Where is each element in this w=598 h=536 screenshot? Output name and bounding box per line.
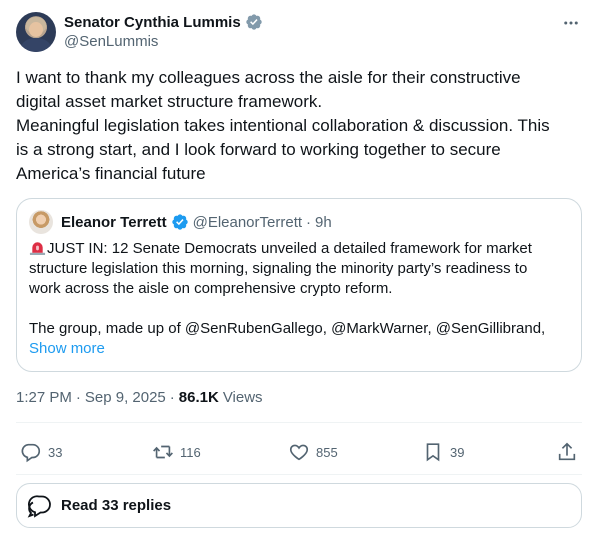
views-count: 86.1K: [178, 389, 219, 406]
repost-count: 116: [180, 444, 201, 460]
repost-button[interactable]: 116: [152, 438, 201, 466]
divider: [16, 474, 582, 475]
author-name[interactable]: Senator Cynthia Lummis: [64, 14, 241, 31]
tweet-line: I want to thank my colleagues across the…: [16, 68, 521, 87]
heart-icon: [289, 444, 309, 461]
share-button[interactable]: [556, 438, 578, 466]
separator-dot: ·: [306, 213, 312, 231]
share-icon: [558, 442, 576, 461]
read-replies-label: Read 33 replies: [61, 497, 172, 514]
more-options-icon[interactable]: [560, 12, 582, 34]
show-more-link[interactable]: Show more: [29, 339, 569, 359]
chat-bubbles-icon: [27, 494, 51, 518]
quoted-author-avatar: [29, 210, 53, 234]
verified-badge-icon: [246, 14, 262, 30]
quoted-tweet-text: JUST IN: 12 Senate Democrats unveiled a …: [29, 239, 569, 359]
like-count: 855: [316, 444, 338, 460]
tweet-header: Senator Cynthia Lummis @SenLummis: [16, 12, 582, 54]
quoted-line: work across the aisle on comprehensive c…: [29, 280, 393, 297]
quoted-line: structure legislation this morning, sign…: [29, 260, 528, 277]
quoted-author-handle: @EleanorTerrett: [192, 213, 303, 231]
repost-icon: [153, 445, 173, 459]
tweet-line: Meaningful legislation takes intentional…: [16, 116, 550, 135]
reply-count: 33: [48, 444, 63, 460]
bookmark-count: 39: [450, 444, 465, 460]
author-name-row[interactable]: Senator Cynthia Lummis: [64, 12, 263, 32]
separator-dot: ·: [169, 389, 175, 406]
tweet-time[interactable]: 1:27 PM: [16, 389, 72, 406]
rotating-light-siren-icon: [29, 242, 46, 256]
bookmark-icon: [426, 443, 440, 462]
quoted-tweet-header: Eleanor Terrett @EleanorTerrett · 9h: [29, 210, 332, 234]
quoted-line: JUST IN: 12 Senate Democrats unveiled a …: [47, 240, 532, 257]
tweet-line: America’s financial future: [16, 164, 206, 183]
read-replies-button[interactable]: Read 33 replies: [16, 483, 582, 528]
quoted-tweet-card[interactable]: Eleanor Terrett @EleanorTerrett · 9h JUS…: [16, 198, 582, 372]
author-handle[interactable]: @SenLummis: [64, 33, 158, 50]
tweet-date[interactable]: Sep 9, 2025: [85, 389, 166, 406]
views-label: Views: [222, 389, 263, 406]
quoted-author-name: Eleanor Terrett: [61, 213, 167, 231]
verified-badge-icon: [171, 214, 188, 230]
tweet-line: digital asset market structure framework…: [16, 92, 323, 111]
reply-icon: [21, 443, 41, 463]
bookmark-button[interactable]: 39: [422, 438, 464, 466]
tweet-line: is a strong start, and I look forward to…: [16, 140, 501, 159]
like-button[interactable]: 855: [288, 438, 338, 466]
separator-dot: ·: [75, 389, 81, 406]
reply-button[interactable]: 33: [20, 438, 62, 466]
tweet-text: I want to thank my colleagues across the…: [16, 66, 582, 186]
quoted-line: The group, made up of @SenRubenGallego, …: [29, 320, 546, 337]
tweet-metadata: 1:27 PM · Sep 9, 2025 · 86.1K Views: [16, 389, 263, 406]
author-avatar[interactable]: [16, 12, 56, 52]
divider: [16, 422, 582, 423]
quoted-tweet-time: 9h: [315, 213, 332, 231]
action-bar: 33 116 855 39: [16, 438, 582, 466]
